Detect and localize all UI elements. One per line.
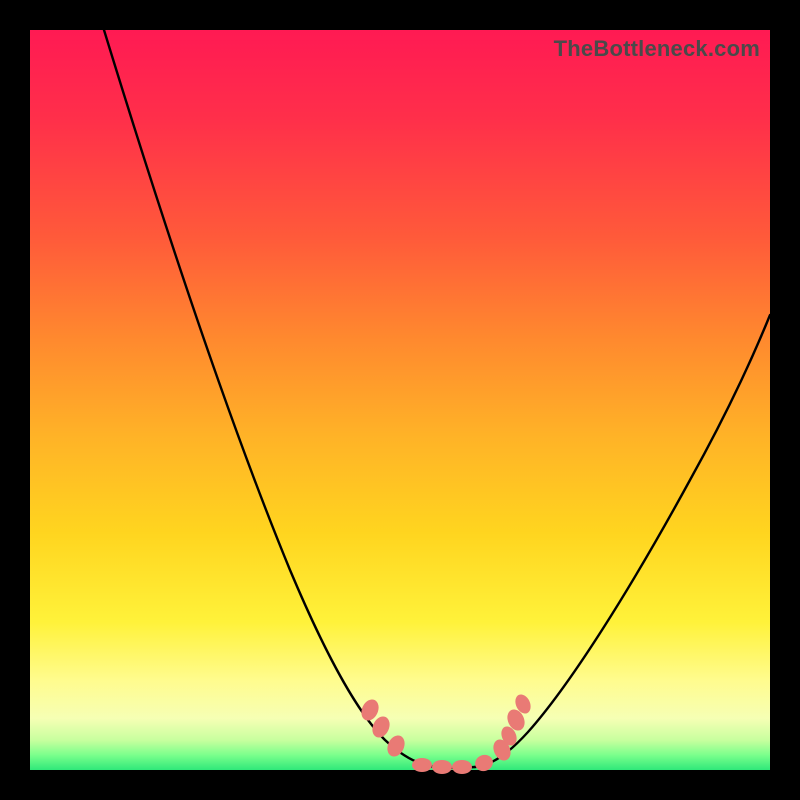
plot-area: TheBottleneck.com (30, 30, 770, 770)
chart-frame: TheBottleneck.com (0, 0, 800, 800)
trough-markers (358, 692, 533, 774)
bottleneck-curve-svg (30, 30, 770, 770)
marker-dot (412, 758, 432, 772)
marker-dot (432, 760, 452, 774)
marker-dot (452, 760, 472, 774)
marker-dot (473, 752, 495, 773)
curve-left-branch (104, 30, 435, 767)
